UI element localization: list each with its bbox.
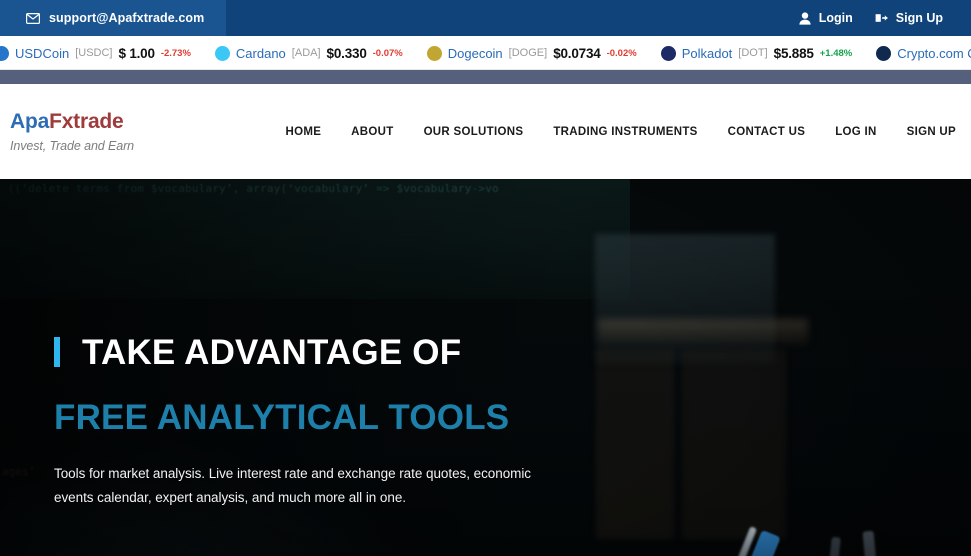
ticker-coin-change: -0.02%: [606, 47, 637, 59]
page-root: support@Apafxtrade.com Login Sign Up USD…: [0, 0, 971, 556]
support-email-text: support@Apafxtrade.com: [49, 11, 205, 25]
header-divider-band: [0, 70, 971, 84]
nav-item-our-solutions[interactable]: OUR SOLUTIONS: [409, 126, 539, 138]
login-link[interactable]: Login: [799, 11, 853, 25]
ticker-coin-name: Cardano: [235, 45, 286, 61]
ticker-item[interactable]: USDCoin [USDC] $ 1.00 -2.73%: [0, 45, 203, 61]
hero-subheadline: FREE ANALYTICAL TOOLS: [54, 397, 510, 437]
cardano-icon: [214, 45, 230, 61]
ticker-item[interactable]: Cardano [ADA] $0.330 -0.07%: [203, 45, 415, 61]
ticker-coin-price: $0.330: [326, 45, 367, 61]
ticker-coin-change: -0.07%: [372, 47, 403, 59]
ticker-coin-name: Dogecoin: [447, 45, 503, 61]
ticker-item[interactable]: Dogecoin [DOGE] $0.0734 -0.02%: [415, 45, 649, 61]
dogecoin-icon: [426, 45, 442, 61]
logo-part-two: Fxtrade: [49, 110, 124, 134]
logo-part-one: Apa: [10, 110, 50, 134]
sign-in-icon: [875, 12, 888, 24]
usdcoin-icon: [0, 45, 9, 61]
ticker-coin-symbol: [USDC]: [75, 47, 113, 59]
brand-tagline: Invest, Trade and Earn: [10, 138, 135, 153]
ticker-coin-name: Polkadot: [681, 45, 733, 61]
top-bar-account-links: Login Sign Up: [799, 11, 971, 25]
ticker-coin-price: $5.885: [773, 45, 814, 61]
brand-block[interactable]: ApaFxtrade Invest, Trade and Earn: [0, 110, 246, 152]
nav-item-log-in[interactable]: LOG IN: [820, 126, 891, 138]
cryptocomchain-icon: [876, 45, 892, 61]
envelope-icon: [26, 12, 40, 24]
main-navigation: HOME ABOUT OUR SOLUTIONS TRADING INSTRUMENT…: [270, 126, 971, 138]
ticker-coin-change: +1.48%: [819, 47, 853, 59]
crypto-ticker[interactable]: USDCoin [USDC] $ 1.00 -2.73% Cardano [ADA] $0.…: [0, 36, 971, 70]
hero-headline: TAKE ADVANTAGE OF: [82, 333, 462, 372]
site-header: ApaFxtrade Invest, Trade and Earn HOME AB…: [0, 84, 971, 179]
crypto-ticker-track: USDCoin [USDC] $ 1.00 -2.73% Cardano [ADA] $0.…: [0, 36, 971, 69]
nav-item-about[interactable]: ABOUT: [336, 126, 408, 138]
ticker-coin-name: USDCoin: [15, 45, 70, 61]
top-utility-bar: support@Apafxtrade.com Login Sign Up: [0, 0, 971, 36]
ticker-coin-symbol: [DOT]: [738, 47, 768, 59]
support-email-block[interactable]: support@Apafxtrade.com: [0, 0, 227, 36]
hero-headline-row: TAKE ADVANTAGE OF: [54, 334, 674, 372]
nav-item-sign-up[interactable]: SIGN UP: [892, 126, 971, 138]
ticker-coin-symbol: [DOGE]: [508, 47, 548, 59]
hero-section: > ((‘delete terms from $vocabulary’, arr…: [0, 179, 971, 556]
ticker-item[interactable]: Polkadot [DOT] $5.885 +1.48%: [649, 45, 865, 61]
ticker-coin-price: $0.0734: [553, 45, 601, 61]
ticker-coin-change: -2.73%: [160, 47, 191, 59]
login-label: Login: [818, 11, 853, 25]
hero-paragraph: Tools for market analysis. Live interest…: [54, 465, 532, 505]
hero-content: TAKE ADVANTAGE OF FREE ANALYTICAL TOOLS …: [54, 334, 674, 510]
user-icon: [799, 11, 811, 25]
site-logo[interactable]: ApaFxtrade: [10, 110, 246, 133]
signup-link[interactable]: Sign Up: [875, 11, 943, 25]
ticker-item[interactable]: Crypto.com Chain[CRO]$0.0686+0.27%: [864, 45, 971, 61]
ticker-coin-name: Crypto.com Chain: [897, 45, 971, 61]
nav-item-contact-us[interactable]: CONTACT US: [713, 126, 821, 138]
signup-label: Sign Up: [895, 11, 943, 25]
ticker-coin-price: $ 1.00: [118, 45, 155, 61]
hero-accent-bar: [54, 337, 60, 367]
ticker-coin-symbol: [ADA]: [291, 47, 321, 59]
nav-item-trading-instruments[interactable]: TRADING INSTRUMENTS: [538, 126, 712, 138]
nav-item-home[interactable]: HOME: [270, 126, 336, 138]
polkadot-icon: [660, 45, 676, 61]
